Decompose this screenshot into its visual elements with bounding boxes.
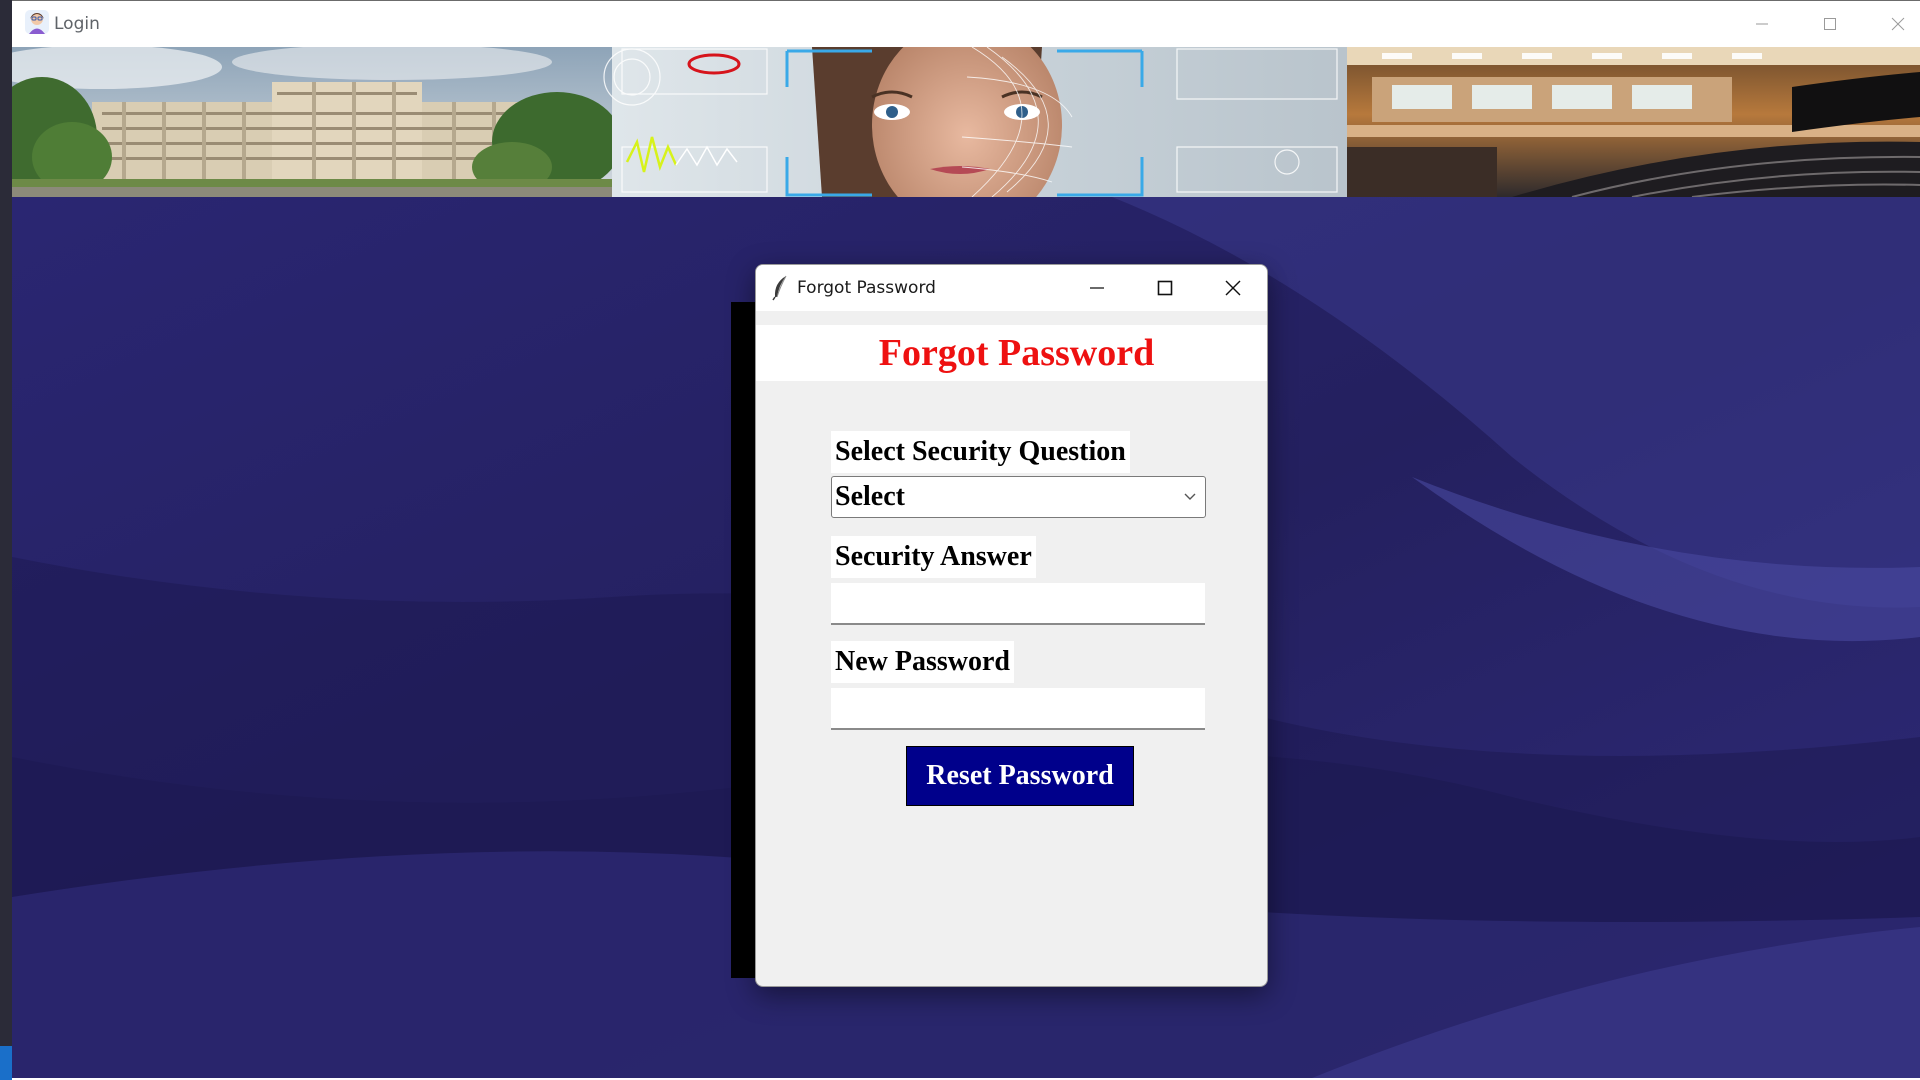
- close-icon: [1225, 280, 1241, 296]
- new-password-label: New Password: [831, 641, 1014, 683]
- window-left-edge: [0, 0, 12, 1080]
- close-button[interactable]: [1864, 1, 1920, 47]
- dialog-minimize-button[interactable]: [1063, 265, 1131, 311]
- window-title: Login: [54, 14, 100, 34]
- minimize-button[interactable]: [1728, 1, 1796, 47]
- security-question-selected: Select: [835, 481, 905, 512]
- header-banner: [12, 47, 1920, 197]
- chevron-down-icon[interactable]: [1183, 491, 1197, 501]
- security-answer-input[interactable]: [831, 583, 1205, 625]
- maximize-icon: [1824, 18, 1836, 30]
- forgot-password-dialog: Forgot Password Forgot Password Select S…: [755, 264, 1268, 987]
- maximize-button[interactable]: [1796, 1, 1864, 47]
- dialog-titlebar[interactable]: Forgot Password: [756, 265, 1267, 311]
- close-icon: [1891, 17, 1905, 31]
- feather-icon: [772, 275, 787, 301]
- dialog-heading-bar: Forgot Password: [756, 325, 1267, 381]
- dialog-maximize-button[interactable]: [1131, 265, 1199, 311]
- dialog-close-button[interactable]: [1199, 265, 1267, 311]
- minimize-icon: [1090, 287, 1104, 289]
- security-question-select[interactable]: Select: [831, 476, 1206, 518]
- new-password-input[interactable]: [831, 688, 1205, 730]
- security-answer-label: Security Answer: [831, 536, 1036, 578]
- taskbar-indicator: [0, 1046, 12, 1080]
- banner-image: [12, 47, 1920, 197]
- reset-password-button[interactable]: Reset Password: [906, 746, 1134, 806]
- dialog-backing-bar: [731, 302, 757, 978]
- security-question-label: Select Security Question: [831, 431, 1130, 473]
- maximize-icon: [1157, 280, 1173, 296]
- login-titlebar[interactable]: Login: [12, 0, 1920, 47]
- app-avatar-icon: [25, 10, 49, 34]
- minimize-icon: [1756, 23, 1768, 25]
- page-title: Forgot Password: [878, 332, 1155, 374]
- dialog-window-title: Forgot Password: [797, 278, 936, 298]
